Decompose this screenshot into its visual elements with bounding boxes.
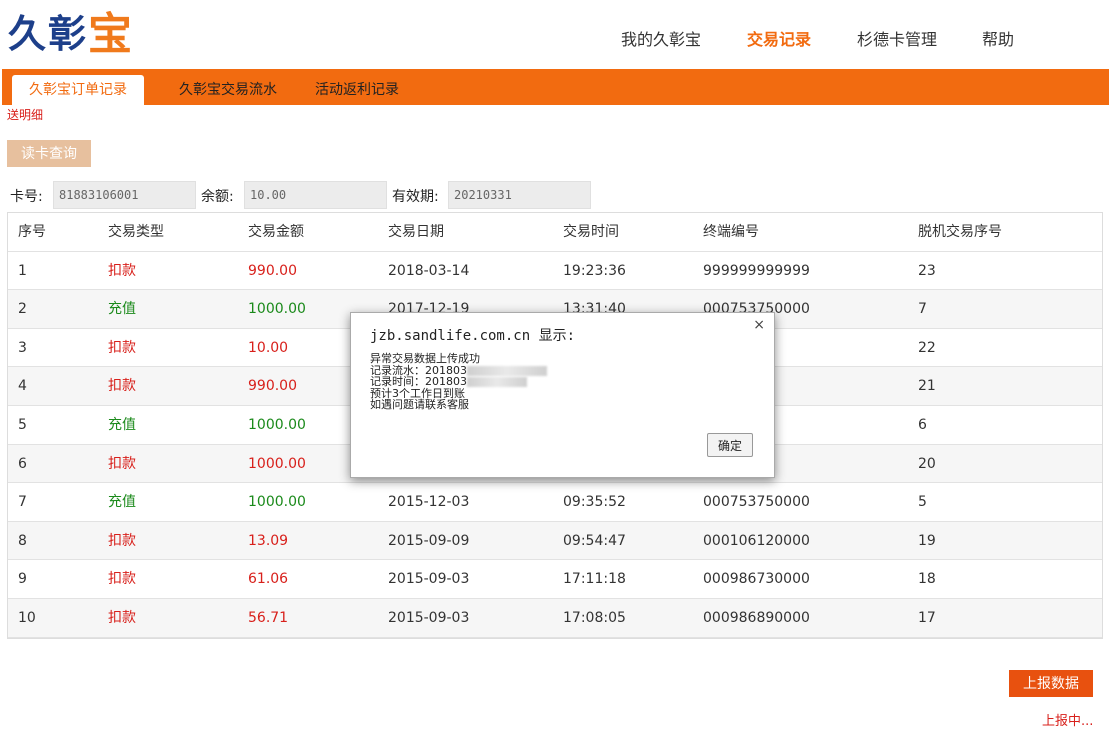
cell-amount: 1000.00 <box>248 416 306 433</box>
cell-terminal: 000106120000 <box>703 532 810 549</box>
cell-no: 6 <box>18 455 27 472</box>
expiry-label: 有效期: <box>392 189 439 205</box>
cell-type: 扣款 <box>108 532 136 549</box>
cell-time: 17:11:18 <box>563 571 626 588</box>
col-header-no: 序号 <box>18 224 46 240</box>
cell-no: 3 <box>18 339 27 356</box>
col-header-terminal: 终端编号 <box>703 224 759 240</box>
redacted-mark <box>467 377 527 387</box>
col-header-type: 交易类型 <box>108 224 164 240</box>
col-header-amount: 交易金额 <box>248 224 304 240</box>
cell-no: 4 <box>18 378 27 395</box>
cell-date: 2015-09-09 <box>388 532 470 549</box>
card-number-label: 卡号: <box>10 189 43 205</box>
cell-time: 09:54:47 <box>563 532 626 549</box>
cell-amount: 10.00 <box>248 339 289 356</box>
col-header-offline-seq: 脱机交易序号 <box>918 224 1002 240</box>
cell-offline-seq: 20 <box>918 455 936 472</box>
dialog-line: 如遇问题请联系客服 <box>370 398 469 411</box>
cell-time: 17:08:05 <box>563 609 626 626</box>
cell-offline-seq: 17 <box>918 609 936 626</box>
cell-amount: 1000.00 <box>248 494 306 511</box>
cell-amount: 1000.00 <box>248 455 306 472</box>
dialog-message: 异常交易数据上传成功 记录流水：201803 记录时间：201803 预计3个工… <box>370 353 547 411</box>
col-header-time: 交易时间 <box>563 224 619 240</box>
nav-help[interactable]: 帮助 <box>982 26 1014 50</box>
balance-label: 余额: <box>201 189 234 205</box>
cell-offline-seq: 7 <box>918 301 927 318</box>
tab-rebate-records[interactable]: 活动返利记录 <box>302 75 412 105</box>
cell-amount: 990.00 <box>248 378 297 395</box>
header: 久彰 宝 我的久彰宝 交易记录 杉德卡管理 帮助 <box>0 0 1109 69</box>
cell-date: 2015-12-03 <box>388 494 470 511</box>
cell-no: 7 <box>18 494 27 511</box>
cell-no: 2 <box>18 301 27 318</box>
cell-date: 2018-03-14 <box>388 262 470 279</box>
upload-data-button[interactable]: 上报数据 <box>1009 670 1093 697</box>
cell-type: 扣款 <box>108 378 136 395</box>
cell-date: 2015-09-03 <box>388 609 470 626</box>
nav-transactions[interactable]: 交易记录 <box>747 26 811 50</box>
cell-offline-seq: 21 <box>918 378 936 395</box>
cell-terminal: 000986730000 <box>703 571 810 588</box>
cell-no: 5 <box>18 416 27 433</box>
cell-terminal: 000986890000 <box>703 609 810 626</box>
cell-time: 09:35:52 <box>563 494 626 511</box>
cell-offline-seq: 18 <box>918 571 936 588</box>
dialog-line: 记录时间：201803 <box>370 376 547 388</box>
alert-dialog: jzb.sandlife.com.cn 显示: × 异常交易数据上传成功 记录流… <box>350 312 775 478</box>
cell-type: 充值 <box>108 494 136 511</box>
cell-type: 扣款 <box>108 339 136 356</box>
cell-type: 扣款 <box>108 262 136 279</box>
cell-amount: 990.00 <box>248 262 297 279</box>
cell-no: 8 <box>18 532 27 549</box>
cell-offline-seq: 5 <box>918 494 927 511</box>
cell-type: 充值 <box>108 416 136 433</box>
close-icon[interactable]: × <box>753 317 765 333</box>
table-row[interactable]: 7 充值 1000.00 2015-12-03 09:35:52 000753750000… <box>8 483 1102 522</box>
cell-terminal: 999999999999 <box>703 262 810 279</box>
cell-no: 1 <box>18 262 27 279</box>
cell-amount: 56.71 <box>248 609 289 626</box>
expiry-field[interactable]: 20210331 <box>448 181 591 209</box>
table-row[interactable]: 1 扣款 990.00 2018-03-14 19:23:36 999999999999 2… <box>8 251 1102 291</box>
cell-offline-seq: 6 <box>918 416 927 433</box>
cell-terminal: 000753750000 <box>703 494 810 511</box>
uploading-status: 上报中... <box>1042 714 1094 729</box>
tab-bar: 久彰宝订单记录 久彰宝交易流水 活动返利记录 <box>2 69 1109 105</box>
table-row[interactable]: 10 扣款 56.71 2015-09-03 17:08:05 000986890000 1… <box>8 598 1102 638</box>
tab-order-records[interactable]: 久彰宝订单记录 <box>12 75 144 105</box>
table-header-row: 序号 交易类型 交易金额 交易日期 交易时间 终端编号 脱机交易序号 <box>8 213 1102 252</box>
table-row[interactable]: 9 扣款 61.06 2015-09-03 17:11:18 000986730000 18 <box>8 560 1102 599</box>
table-row[interactable]: 8 扣款 13.09 2015-09-09 09:54:47 000106120000 19 <box>8 521 1102 561</box>
cell-no: 10 <box>18 609 36 626</box>
cell-offline-seq: 22 <box>918 339 936 356</box>
dialog-title: jzb.sandlife.com.cn 显示: <box>370 328 576 344</box>
detail-link[interactable]: 送明细 <box>7 106 43 123</box>
card-number-field[interactable]: 81883106001 <box>53 181 196 209</box>
read-card-button[interactable]: 读卡查询 <box>7 140 91 167</box>
tab-transaction-flow[interactable]: 久彰宝交易流水 <box>164 75 292 105</box>
balance-field[interactable]: 10.00 <box>244 181 387 209</box>
cell-date: 2015-09-03 <box>388 571 470 588</box>
nav-my-jzb[interactable]: 我的久彰宝 <box>621 26 701 50</box>
cell-type: 扣款 <box>108 609 136 626</box>
nav-card-management[interactable]: 杉德卡管理 <box>857 26 937 50</box>
cell-amount: 61.06 <box>248 571 289 588</box>
cell-amount: 1000.00 <box>248 301 306 318</box>
cell-offline-seq: 19 <box>918 532 936 549</box>
redacted-mark <box>467 365 547 376</box>
cell-time: 19:23:36 <box>563 262 626 279</box>
cell-amount: 13.09 <box>248 532 289 549</box>
cell-type: 扣款 <box>108 455 136 472</box>
cell-type: 充值 <box>108 301 136 318</box>
cell-no: 9 <box>18 571 27 588</box>
main-nav: 我的久彰宝 交易记录 杉德卡管理 帮助 <box>0 26 1109 50</box>
cell-offline-seq: 23 <box>918 262 936 279</box>
cell-type: 扣款 <box>108 571 136 588</box>
dialog-ok-button[interactable]: 确定 <box>707 433 753 457</box>
col-header-date: 交易日期 <box>388 224 444 240</box>
